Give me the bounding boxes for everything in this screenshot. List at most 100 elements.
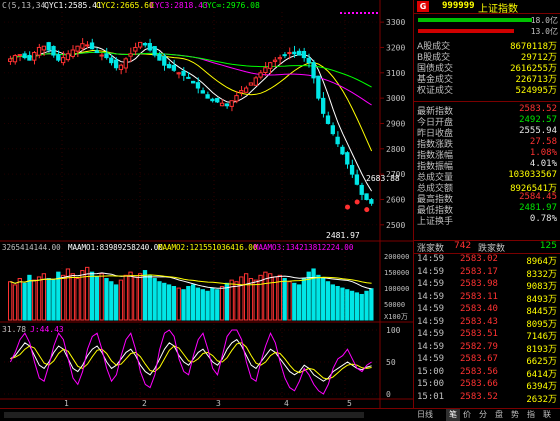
- volume-bar: [32, 279, 37, 321]
- candle-body: [162, 55, 167, 66]
- period-marker: [356, 12, 358, 14]
- candle-body: [359, 184, 364, 195]
- volume-bar: [8, 281, 13, 321]
- quote-value: 0.78%: [529, 214, 557, 224]
- candle-body: [239, 90, 244, 93]
- volume-bar: [253, 279, 258, 321]
- candle-body: [258, 72, 263, 78]
- candle-body: [176, 72, 181, 75]
- quote-value: 2583.52: [519, 104, 557, 114]
- bottom-tab[interactable]: 价: [460, 409, 474, 421]
- candle-body: [224, 103, 230, 107]
- candle-body: [75, 45, 80, 52]
- quote-row: 指数涨跌 27.58: [414, 137, 560, 150]
- bottom-tab[interactable]: 分: [476, 409, 490, 421]
- volume-bar: [46, 278, 51, 321]
- candle-body: [166, 64, 172, 69]
- quote-header: G 999999 上证指数: [414, 0, 560, 15]
- candle-body: [147, 43, 152, 51]
- quote-row: 国债成交 2616255万: [414, 61, 560, 74]
- price-tick-label: 3000: [386, 94, 405, 103]
- candle-body: [301, 50, 307, 59]
- volume-bar: [123, 274, 128, 321]
- volume-bar: [292, 282, 297, 321]
- bottom-tab[interactable]: 势: [508, 409, 522, 421]
- candle-body: [321, 97, 326, 114]
- candle-body: [133, 46, 138, 52]
- candle-body: [340, 146, 345, 155]
- g-badge[interactable]: G: [417, 1, 429, 12]
- volume-bar: [85, 266, 90, 321]
- signal-marker: [345, 204, 351, 210]
- legend-cyc4: CYC∞:2976.08: [202, 1, 260, 10]
- trade-price: 2583.11: [460, 291, 498, 302]
- bottom-tab[interactable]: 日线: [410, 409, 440, 421]
- volume-bar: [118, 279, 124, 321]
- volume-bar: [335, 286, 340, 321]
- price-tick-label: 3200: [386, 43, 405, 52]
- trade-volume: 8095万: [526, 319, 557, 330]
- volume-bar: [219, 286, 225, 321]
- volume-tick-label: X100万: [384, 313, 408, 321]
- bottom-tab[interactable]: 指: [524, 409, 538, 421]
- volume-bar: [41, 273, 47, 321]
- security-code: 999999: [442, 1, 475, 11]
- candle-body: [56, 54, 61, 61]
- volume-bar: [27, 274, 32, 321]
- candle-body: [138, 41, 143, 48]
- candle-body: [128, 53, 133, 57]
- quote-row: 最高指数 2584.45: [414, 192, 560, 205]
- trade-time: 15:00: [417, 379, 445, 389]
- up-count-label: 涨家数: [417, 244, 445, 254]
- volume-bar: [210, 287, 215, 321]
- candle-body: [123, 58, 128, 69]
- trade-volume: 8193万: [526, 344, 557, 355]
- trade-time: 15:01: [417, 391, 445, 402]
- candle-body: [369, 199, 374, 204]
- candle-body: [345, 152, 350, 165]
- volume-bar: [191, 284, 196, 321]
- volume-bar: [229, 279, 234, 321]
- trade-price: 2583.02: [460, 254, 498, 264]
- down-count-label: 跌家数: [478, 244, 506, 254]
- candle-body: [80, 43, 85, 49]
- bottom-tabbar: 日线笔价分盘势指联: [0, 408, 560, 421]
- volume-bar: [176, 287, 181, 321]
- vol-legend-c: MAAMO2:121551036416.00: [158, 243, 258, 252]
- kline-chart-area[interactable]: 3300320031003000290028002700260025002000…: [0, 0, 413, 408]
- period-marker: [376, 12, 378, 14]
- candle-body: [36, 46, 42, 56]
- bottom-tab[interactable]: 笔: [446, 409, 460, 421]
- price-tick-label: 2600: [386, 195, 405, 204]
- volume-tick-label: 100000: [384, 285, 409, 293]
- vol-legend-a: 3265414144.00: [2, 243, 61, 252]
- candle-body: [311, 62, 316, 79]
- volume-bar: [104, 278, 109, 321]
- trade-time: 14:59: [417, 304, 445, 314]
- quote-row: 上证换手 0.78%: [414, 214, 560, 227]
- quote-value: 27.58: [529, 137, 557, 147]
- candle-body: [325, 115, 331, 124]
- volume-bar: [282, 278, 287, 321]
- bottom-tab[interactable]: 盘: [492, 409, 506, 421]
- volume-bar: [133, 276, 138, 321]
- trade-volume: 8964万: [526, 257, 557, 267]
- candle-body: [296, 50, 302, 56]
- candle-body: [89, 42, 95, 50]
- volume-bar: [166, 284, 172, 321]
- trade-price: 2583.17: [460, 266, 498, 277]
- candle-body: [219, 102, 225, 107]
- trade-row: 14:59 2583.40 8445万: [414, 304, 560, 317]
- volume-bar: [171, 286, 177, 321]
- candle-body: [263, 67, 268, 73]
- bottom-tab[interactable]: 联: [540, 409, 554, 421]
- vol-legend-b: MAAMO1:83989258240.00: [68, 243, 163, 252]
- volume-bar-2-label: 13.0亿: [530, 27, 558, 36]
- osc-tick-label: 50: [386, 358, 396, 367]
- candle-body: [186, 76, 191, 79]
- volume-bar: [349, 290, 355, 321]
- candle-body: [85, 44, 90, 47]
- trade-price: 2583.98: [460, 279, 498, 289]
- trade-price: 2583.66: [460, 379, 498, 389]
- horizontal-scrollbar[interactable]: [4, 412, 364, 418]
